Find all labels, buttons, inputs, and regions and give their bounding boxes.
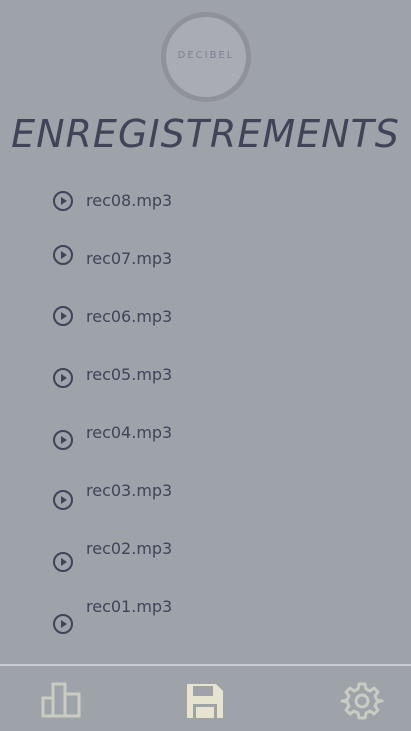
recording-name: rec01.mp3 [86, 597, 173, 616]
list-item[interactable]: rec04.mp3 [52, 423, 352, 453]
bar-chart-icon [41, 682, 81, 718]
list-item[interactable]: rec02.mp3 [52, 539, 352, 572]
play-circle-icon[interactable] [52, 551, 74, 573]
save-icon [187, 684, 223, 718]
recording-name: rec02.mp3 [86, 539, 173, 558]
nav-stats-button[interactable] [40, 680, 84, 722]
nav-recordings-button[interactable] [183, 680, 227, 722]
recording-name: rec07.mp3 [86, 249, 173, 268]
play-circle-icon[interactable] [52, 244, 74, 266]
play-circle-icon[interactable] [52, 613, 74, 635]
list-item[interactable]: rec05.mp3 [52, 363, 352, 393]
recording-name: rec08.mp3 [86, 191, 173, 210]
list-item[interactable]: rec03.mp3 [52, 481, 352, 511]
recording-name: rec04.mp3 [86, 423, 173, 442]
play-circle-icon[interactable] [52, 367, 74, 389]
play-circle-icon[interactable] [52, 489, 74, 511]
list-item[interactable]: rec07.mp3 [52, 244, 352, 274]
recording-name: rec03.mp3 [86, 481, 173, 500]
list-item[interactable]: rec01.mp3 [52, 597, 352, 634]
list-item[interactable]: rec06.mp3 [52, 303, 352, 333]
gear-icon [340, 682, 384, 720]
list-item[interactable]: rec08.mp3 [52, 188, 352, 218]
nav-settings-button[interactable] [340, 680, 384, 722]
play-circle-icon[interactable] [52, 305, 74, 327]
logo-text: DECIBEL [177, 50, 235, 61]
logo: DECIBEL [161, 12, 251, 102]
recording-name: rec05.mp3 [86, 365, 173, 384]
page-title: ENREGISTREMENTS [11, 112, 400, 156]
play-circle-icon[interactable] [52, 190, 74, 212]
bottom-nav [0, 666, 411, 731]
recording-name: rec06.mp3 [86, 307, 173, 326]
play-circle-icon[interactable] [52, 429, 74, 451]
